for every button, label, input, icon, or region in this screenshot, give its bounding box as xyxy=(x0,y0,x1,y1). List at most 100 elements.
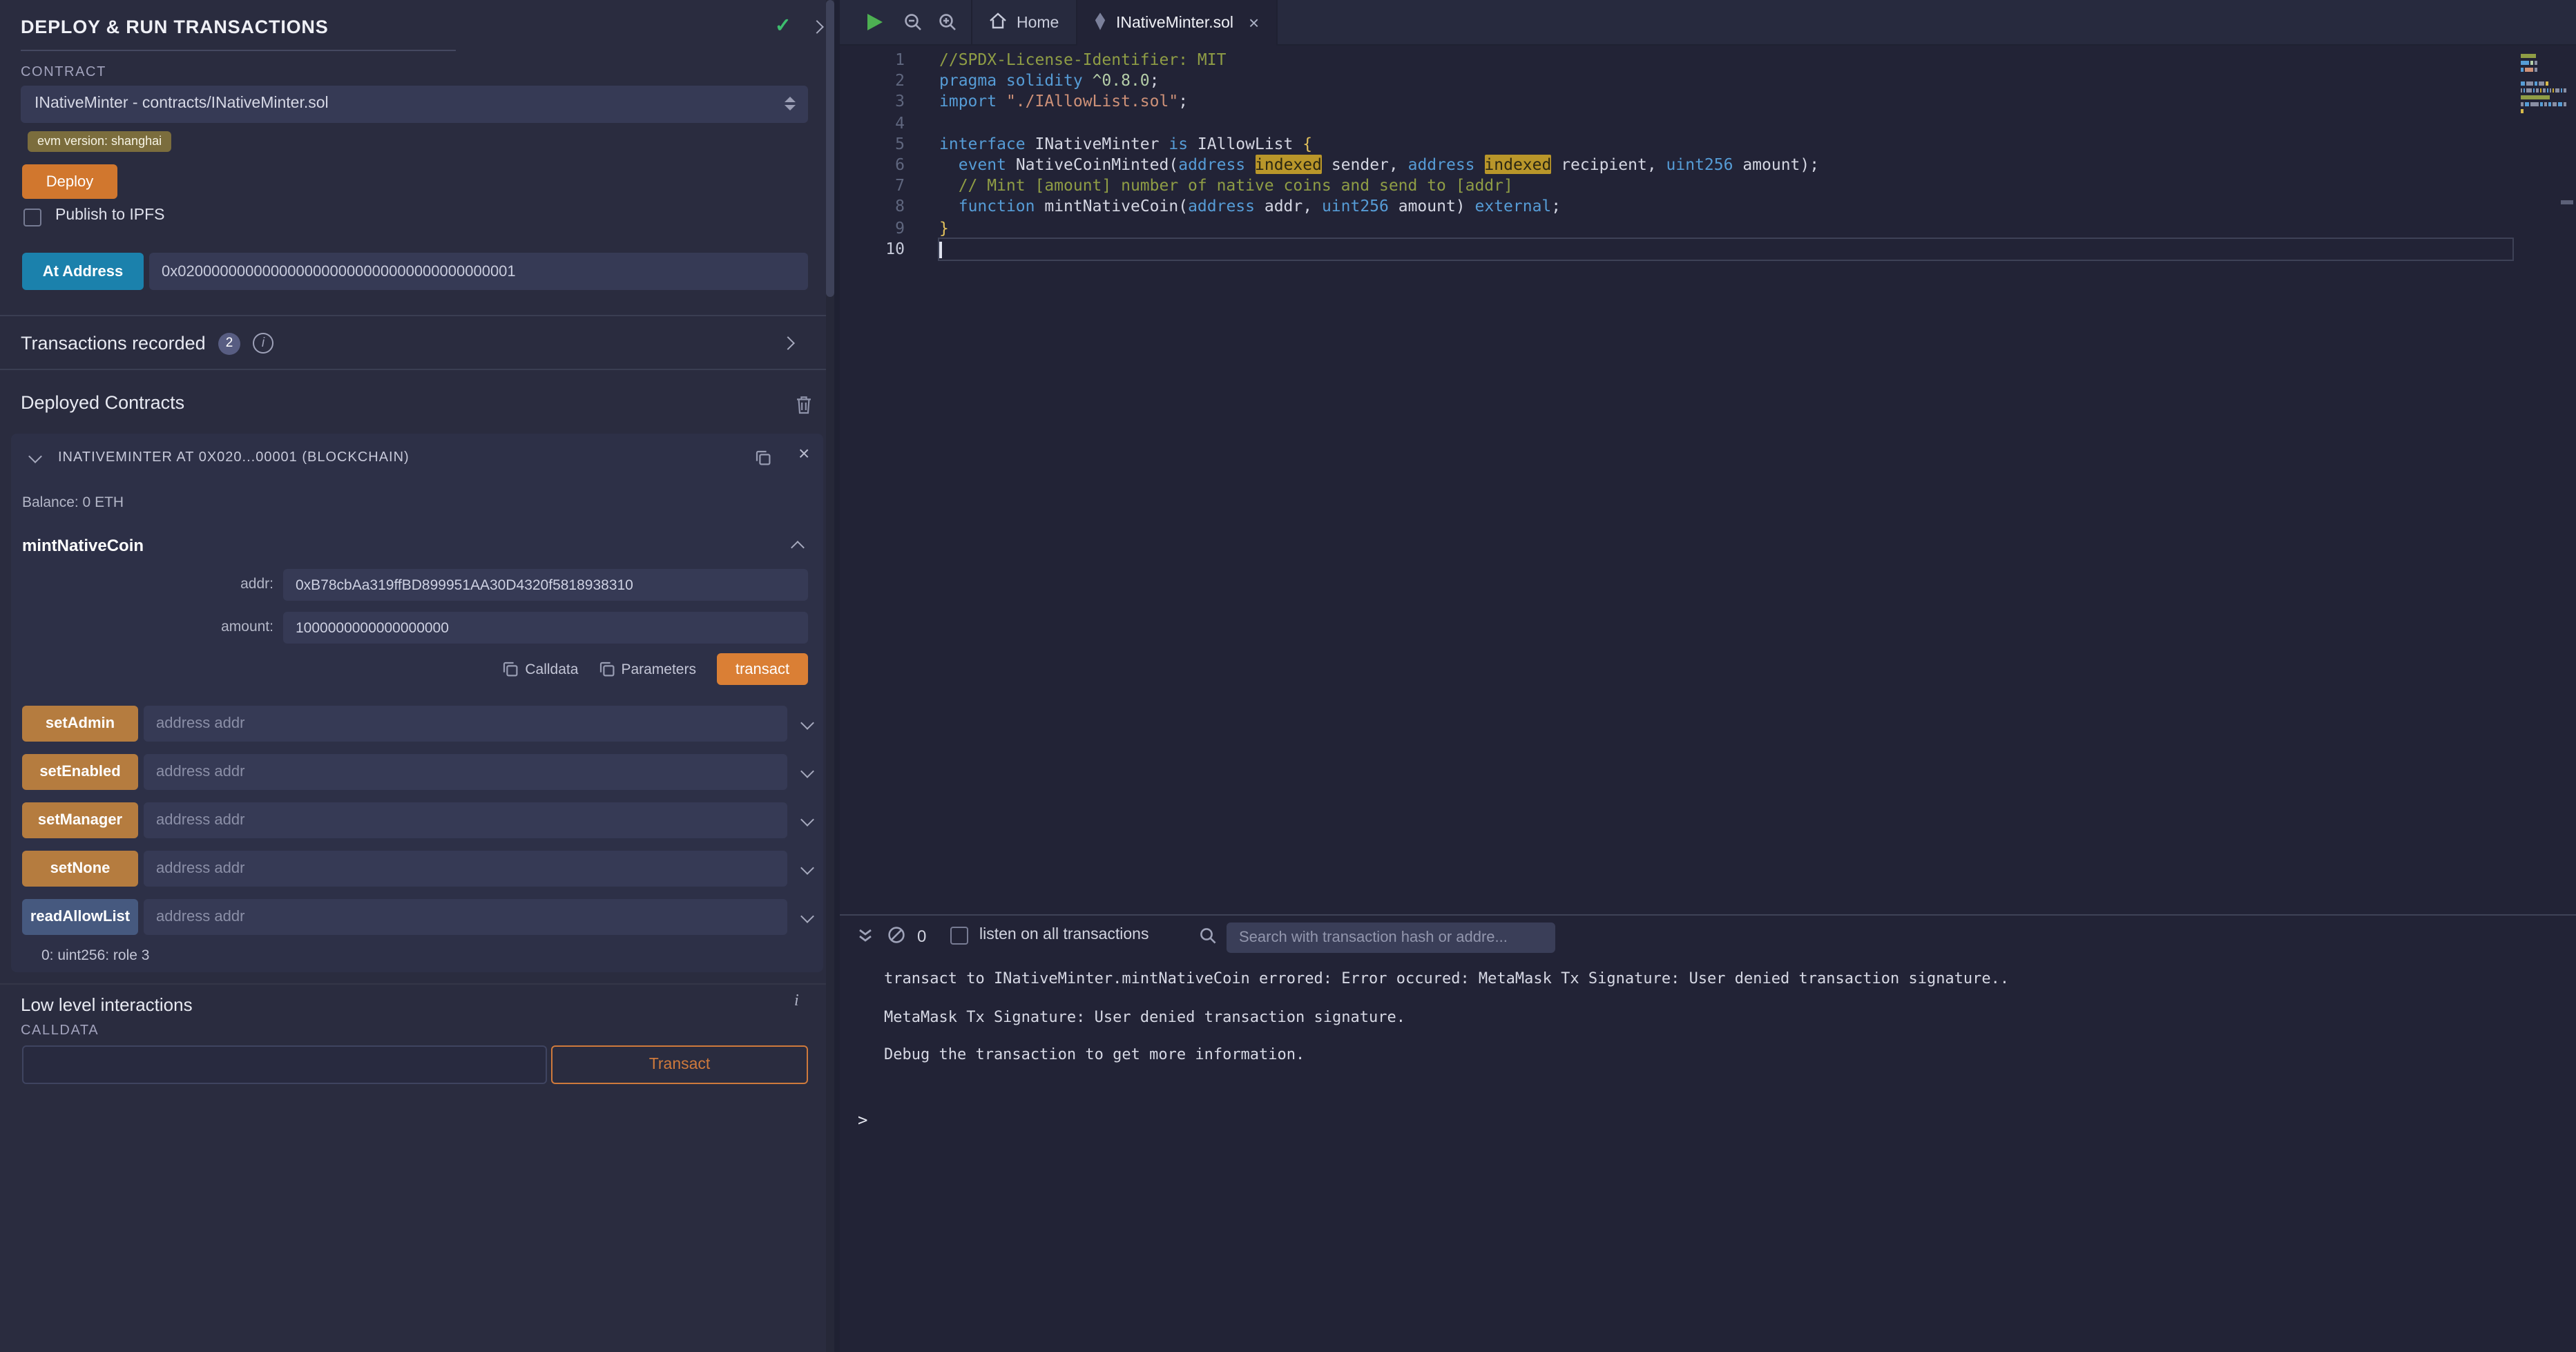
deploy-button[interactable]: Deploy xyxy=(22,164,117,199)
listen-transactions-checkbox[interactable] xyxy=(950,927,968,945)
copy-icon xyxy=(599,661,614,677)
home-icon xyxy=(989,12,1007,33)
terminal-line: Debug the transaction to get more inform… xyxy=(884,1036,2009,1074)
function-input-setNone[interactable] xyxy=(144,851,787,887)
chevron-right-icon[interactable] xyxy=(810,20,824,34)
search-icon xyxy=(1199,927,1217,952)
close-icon[interactable]: × xyxy=(1249,12,1259,33)
function-input-setManager[interactable] xyxy=(144,802,787,838)
run-script-icon[interactable] xyxy=(867,14,883,30)
expand-terminal-icon[interactable] xyxy=(856,927,874,952)
function-name-mintNativeCoin: mintNativeCoin xyxy=(22,536,144,555)
chevron-down-icon[interactable] xyxy=(800,716,814,730)
code-editor[interactable]: 12345678910 //SPDX-License-Identifier: M… xyxy=(840,46,2576,914)
at-address-input[interactable] xyxy=(149,253,808,290)
function-action-row: Calldata Parameters transact xyxy=(283,653,808,685)
publish-ipfs-checkbox[interactable] xyxy=(23,209,41,226)
minimap-row xyxy=(2521,95,2568,99)
function-button-setEnabled[interactable]: setEnabled xyxy=(22,754,138,790)
function-button-setAdmin[interactable]: setAdmin xyxy=(22,706,138,742)
function-input-setEnabled[interactable] xyxy=(144,754,787,790)
line-number: 8 xyxy=(840,197,905,218)
deploy-run-panel: DEPLOY & RUN TRANSACTIONS ✓ CONTRACT INa… xyxy=(0,0,834,1352)
function-row: setEnabled xyxy=(22,754,820,790)
code-line: pragma solidity ^0.8.0; xyxy=(939,70,2512,91)
function-button-setManager[interactable]: setManager xyxy=(22,802,138,838)
line-number: 1 xyxy=(840,50,905,70)
terminal-search-input[interactable] xyxy=(1227,923,1555,953)
line-number: 3 xyxy=(840,92,905,113)
scrollbar-marker[interactable] xyxy=(2561,200,2573,204)
deployed-contracts-heading: Deployed Contracts xyxy=(21,392,184,413)
listen-transactions-label: listen on all transactions xyxy=(979,927,1148,943)
chevron-right-icon[interactable] xyxy=(781,336,795,350)
text-cursor xyxy=(939,241,942,258)
zoom-out-icon[interactable] xyxy=(903,12,923,39)
chevron-down-icon[interactable] xyxy=(800,764,814,778)
terminal-line: MetaMask Tx Signature: User denied trans… xyxy=(884,998,2009,1036)
function-input-setAdmin[interactable] xyxy=(144,706,787,742)
function-row: readAllowList xyxy=(22,899,820,935)
contract-balance: Balance: 0 ETH xyxy=(22,494,124,511)
function-button-setNone[interactable]: setNone xyxy=(22,851,138,887)
close-icon[interactable]: × xyxy=(798,442,809,464)
code-line xyxy=(939,238,2512,259)
zoom-in-icon[interactable] xyxy=(938,12,957,39)
editor-code[interactable]: //SPDX-License-Identifier: MITpragma sol… xyxy=(939,50,2512,260)
code-line: import "./IAllowList.sol"; xyxy=(939,92,2512,113)
function-input-readAllowList[interactable] xyxy=(144,899,787,935)
calldata-input[interactable] xyxy=(22,1045,547,1084)
trash-icon[interactable] xyxy=(796,395,812,421)
panel-title: DEPLOY & RUN TRANSACTIONS xyxy=(21,17,329,37)
copy-parameters-label: Parameters xyxy=(621,661,696,677)
low-level-transact-button[interactable]: Transact xyxy=(551,1045,808,1084)
panel-scrollbar[interactable] xyxy=(826,0,834,1352)
minimap-row xyxy=(2521,109,2568,113)
solidity-icon xyxy=(1094,12,1106,34)
line-number: 4 xyxy=(840,113,905,133)
copy-calldata[interactable]: Calldata xyxy=(503,661,578,677)
check-icon[interactable]: ✓ xyxy=(775,14,791,37)
minimap-row xyxy=(2521,88,2568,93)
evm-version-badge: evm version: shanghai xyxy=(28,131,171,152)
title-underline xyxy=(21,50,456,51)
contract-label: CONTRACT xyxy=(21,65,106,80)
contract-select[interactable]: INativeMinter - contracts/INativeMinter.… xyxy=(21,86,808,123)
function-button-readAllowList[interactable]: readAllowList xyxy=(22,899,138,935)
function-row: setNone xyxy=(22,851,820,887)
field-label-amount: amount: xyxy=(138,619,273,635)
transactions-recorded-bar[interactable]: Transactions recorded 2 i xyxy=(0,315,834,370)
minimap[interactable] xyxy=(2521,54,2568,123)
tab-home[interactable]: Home xyxy=(971,0,1077,46)
field-label-addr: addr: xyxy=(138,576,273,592)
terminal-prompt[interactable]: > xyxy=(858,1110,867,1130)
chevron-down-icon[interactable] xyxy=(800,909,814,923)
transactions-count-badge: 2 xyxy=(218,333,240,355)
at-address-button[interactable]: At Address xyxy=(22,253,144,290)
select-caret-icon xyxy=(785,97,796,110)
chevron-down-icon[interactable] xyxy=(800,813,814,827)
copy-icon[interactable] xyxy=(756,447,771,472)
code-line: event NativeCoinMinted(address indexed s… xyxy=(939,155,2512,175)
field-input-addr[interactable] xyxy=(283,569,808,601)
copy-parameters[interactable]: Parameters xyxy=(599,661,696,677)
field-input-amount[interactable] xyxy=(283,612,808,644)
transact-button[interactable]: transact xyxy=(717,653,808,685)
call-output: 0: uint256: role 3 xyxy=(41,947,149,964)
scrollbar-thumb[interactable] xyxy=(826,0,834,297)
transactions-recorded-label: Transactions recorded xyxy=(21,333,206,354)
chevron-down-icon[interactable] xyxy=(800,861,814,875)
block-count: 0 xyxy=(917,927,926,946)
editor-gutter: 12345678910 xyxy=(840,50,905,260)
function-row: setAdmin xyxy=(22,706,820,742)
contract-select-value: INativeMinter - contracts/INativeMinter.… xyxy=(35,95,329,112)
calldata-label: CALLDATA xyxy=(21,1023,99,1039)
minimap-row xyxy=(2521,116,2568,120)
minimap-row xyxy=(2521,75,2568,79)
editor-panel: Home INativeMinter.sol × 12345678910 //S… xyxy=(840,0,2576,914)
line-number: 10 xyxy=(840,239,905,260)
line-number: 2 xyxy=(840,70,905,91)
tab-inativeminter[interactable]: INativeMinter.sol × xyxy=(1077,0,1277,46)
line-number: 6 xyxy=(840,155,905,175)
function-list: setAdmin setEnabled setManager setNone readA… xyxy=(22,706,820,935)
